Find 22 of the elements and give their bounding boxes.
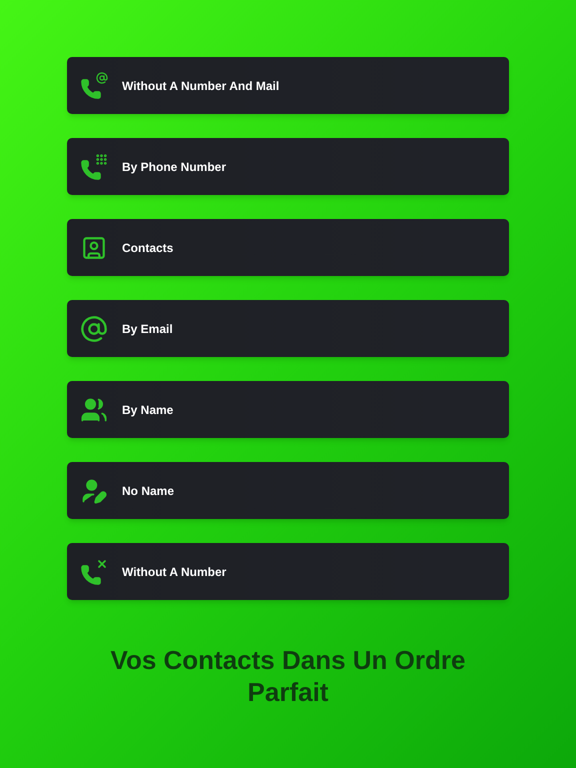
option-label: By Name [122,402,174,418]
phone-keypad-icon [80,152,108,180]
option-card[interactable]: By Name [67,381,509,438]
option-label: Contacts [122,240,174,256]
option-label: By Phone Number [122,158,226,176]
option-label: No Name [122,482,174,500]
person-pen-icon [80,476,108,504]
people-icon [80,396,108,424]
option-card[interactable]: Without A Number And Mail [67,57,509,114]
contact-card-icon [81,234,107,260]
phone-at-icon [80,72,108,100]
headline: Vos Contacts Dans Un Ordre Parfait [110,644,466,708]
option-label: Without A Number And Mail [122,78,280,94]
option-card[interactable]: By Email [67,300,509,357]
at-sign-icon [80,314,108,342]
option-card[interactable]: Without A Number [67,543,509,600]
phone-x-icon [80,558,108,586]
option-card[interactable]: Contacts [67,219,509,276]
option-card[interactable]: No Name [67,462,509,519]
option-label: By Email [122,320,173,338]
option-card[interactable]: By Phone Number [67,138,509,195]
option-label: Without A Number [122,564,226,580]
